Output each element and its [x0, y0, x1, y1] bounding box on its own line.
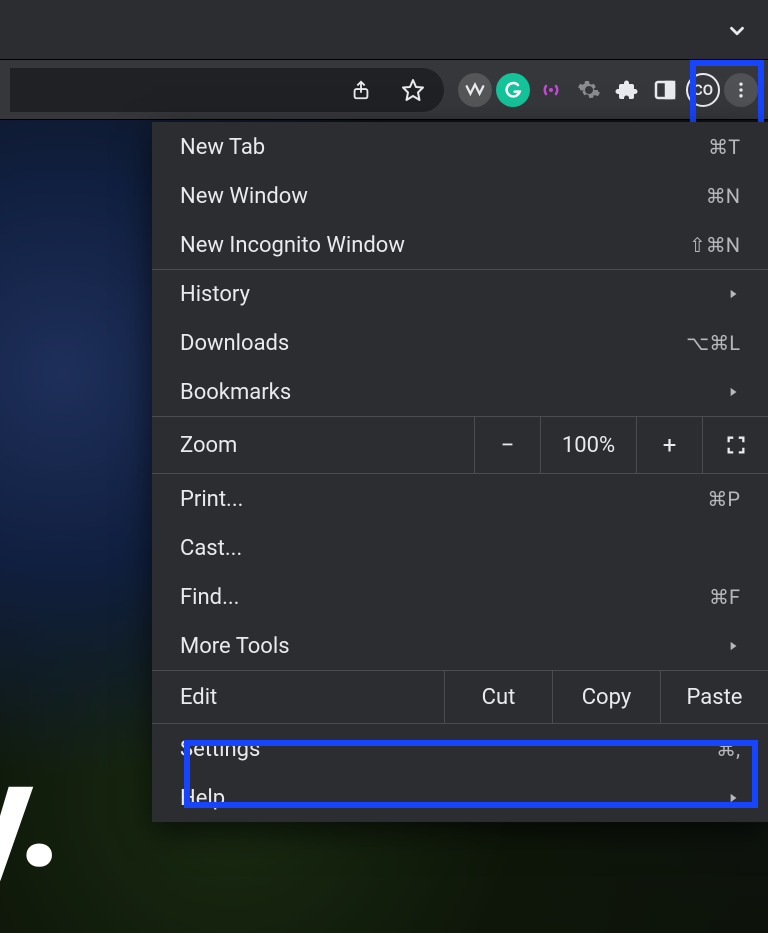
menu-item-shortcut: ⌘P	[707, 487, 740, 511]
menu-kebab-icon[interactable]	[724, 73, 758, 107]
menu-item-label: Downloads	[180, 331, 686, 356]
menu-item-label: History	[180, 282, 726, 307]
extensions-puzzle-icon[interactable]	[610, 73, 644, 107]
tab-overflow-chevron-icon[interactable]	[726, 20, 748, 42]
share-icon[interactable]	[344, 73, 378, 107]
menu-item-label: Cast...	[180, 536, 740, 561]
fullscreen-button[interactable]	[702, 417, 768, 473]
submenu-arrow-icon	[726, 385, 740, 399]
menu-item-more-tools[interactable]: More Tools	[152, 621, 768, 670]
menu-item-help[interactable]: Help	[152, 773, 768, 822]
menu-item-label: Bookmarks	[180, 380, 726, 405]
browser-main-menu: New Tab ⌘T New Window ⌘N New Incognito W…	[152, 122, 768, 822]
menu-item-zoom: Zoom − 100% +	[152, 416, 768, 474]
menu-item-label: More Tools	[180, 634, 726, 659]
profile-avatar[interactable]: CO	[686, 73, 720, 107]
menu-item-downloads[interactable]: Downloads ⌥⌘L	[152, 318, 768, 367]
menu-item-label: Print...	[180, 487, 707, 512]
zoom-out-button[interactable]: −	[474, 417, 540, 473]
menu-item-shortcut: ⌘N	[706, 184, 740, 208]
menu-item-shortcut: ⌥⌘L	[686, 331, 740, 355]
edit-paste-button[interactable]: Paste	[660, 671, 768, 723]
menu-item-label: Edit	[152, 671, 444, 723]
menu-item-edit: Edit Cut Copy Paste	[152, 670, 768, 724]
extension-gear-icon[interactable]	[572, 73, 606, 107]
menu-item-history[interactable]: History	[152, 269, 768, 318]
submenu-arrow-icon	[726, 791, 740, 805]
menu-item-label: New Tab	[180, 135, 708, 160]
zoom-in-button[interactable]: +	[636, 417, 702, 473]
menu-item-label: New Incognito Window	[180, 233, 689, 258]
menu-item-shortcut: ⇧⌘N	[689, 233, 740, 257]
bookmark-star-icon[interactable]	[396, 73, 430, 107]
menu-item-new-incognito[interactable]: New Incognito Window ⇧⌘N	[152, 220, 768, 269]
menu-item-label: Settings	[180, 737, 716, 762]
menu-item-label: Help	[180, 786, 726, 811]
extension-grammarly-icon[interactable]	[496, 73, 530, 107]
menu-item-print[interactable]: Print... ⌘P	[152, 474, 768, 523]
menu-item-new-window[interactable]: New Window ⌘N	[152, 171, 768, 220]
menu-item-label: Find...	[180, 585, 709, 610]
menu-item-shortcut: ⌘,	[716, 737, 740, 761]
menu-item-label: Zoom	[152, 417, 474, 473]
extension-w-icon[interactable]	[458, 73, 492, 107]
menu-item-label: New Window	[180, 184, 706, 209]
menu-item-shortcut: ⌘F	[709, 585, 740, 609]
menu-item-cast[interactable]: Cast...	[152, 523, 768, 572]
edit-cut-button[interactable]: Cut	[444, 671, 552, 723]
edit-copy-button[interactable]: Copy	[552, 671, 660, 723]
zoom-level-value: 100%	[540, 417, 636, 473]
browser-toolbar: CO	[0, 60, 768, 120]
submenu-arrow-icon	[726, 287, 740, 301]
side-panel-icon[interactable]	[648, 73, 682, 107]
submenu-arrow-icon	[726, 639, 740, 653]
menu-item-settings[interactable]: Settings ⌘,	[152, 724, 768, 773]
menu-item-shortcut: ⌘T	[708, 135, 740, 159]
address-bar-right	[10, 68, 444, 112]
menu-item-find[interactable]: Find... ⌘F	[152, 572, 768, 621]
menu-item-new-tab[interactable]: New Tab ⌘T	[152, 122, 768, 171]
tab-strip	[0, 0, 768, 60]
menu-item-bookmarks[interactable]: Bookmarks	[152, 367, 768, 416]
page-hero-text-fragment: ey.	[0, 727, 58, 903]
extension-broadcast-icon[interactable]	[534, 73, 568, 107]
